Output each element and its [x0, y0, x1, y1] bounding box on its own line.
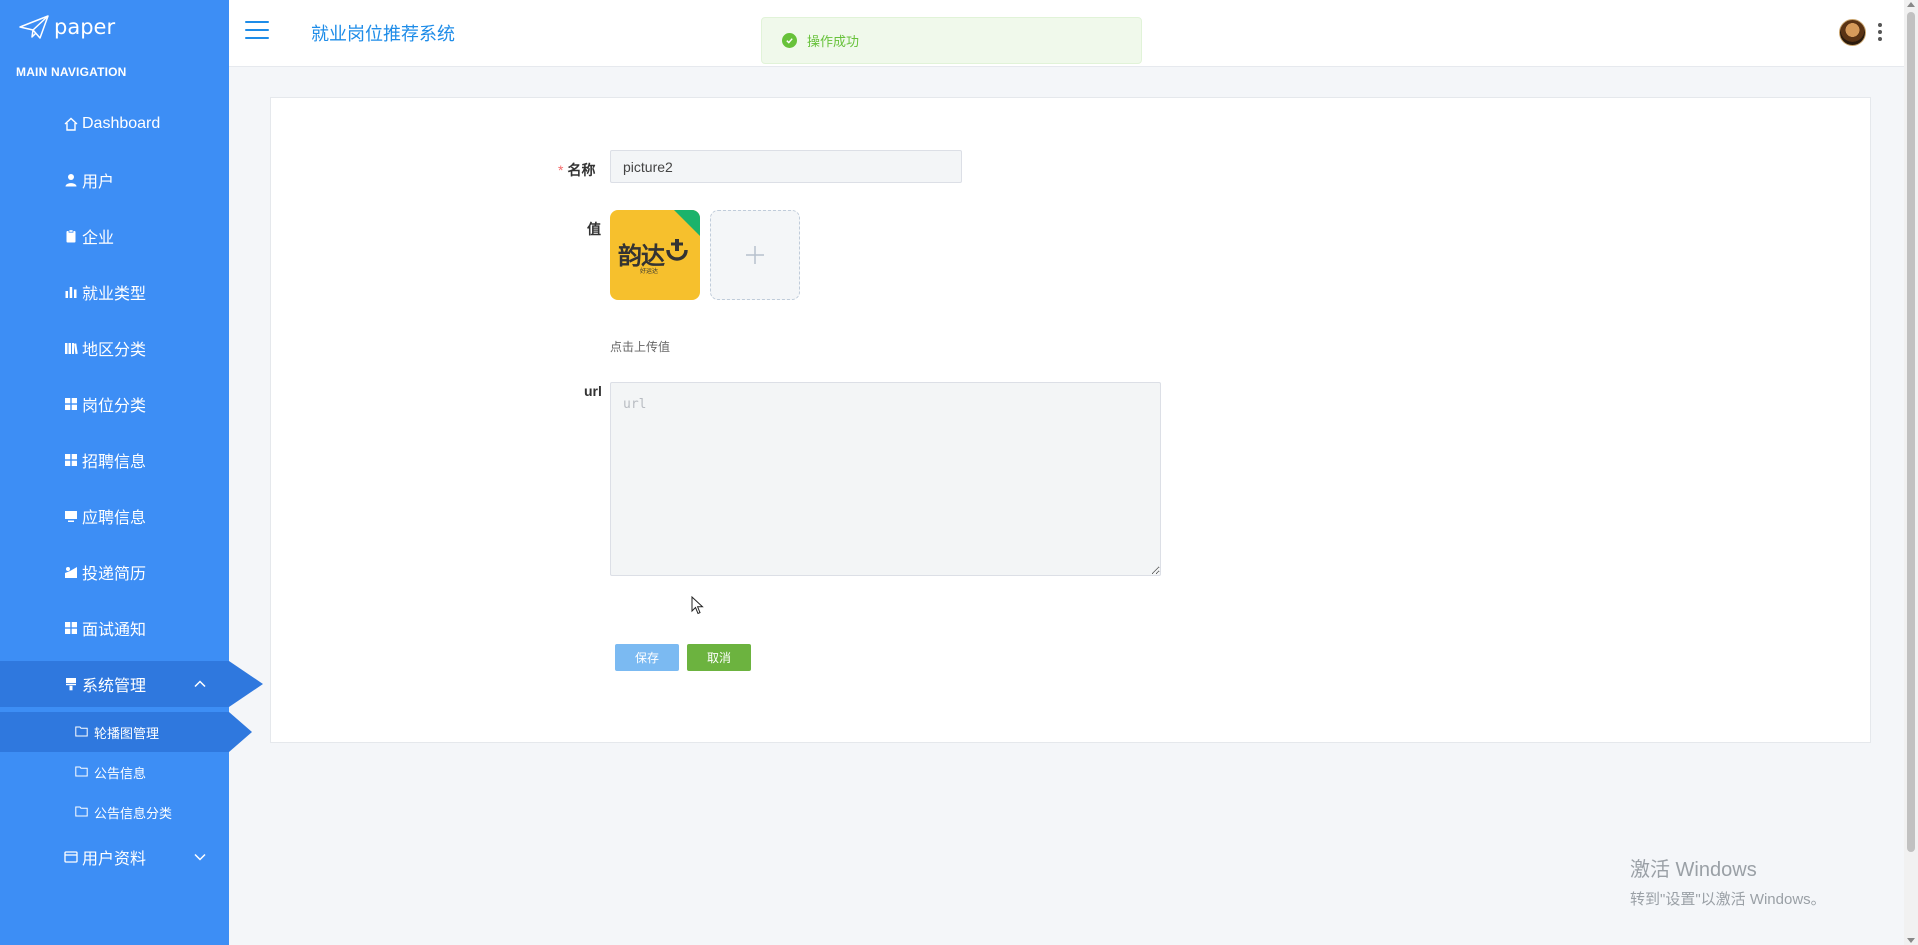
upload-hint: 点击上传值: [610, 340, 671, 354]
top-header: 就业岗位推荐系统 操作成功: [229, 0, 1904, 67]
id-card-icon: [63, 849, 79, 865]
sidebar-item-label: 用户: [82, 174, 115, 191]
sidebar-item-resume[interactable]: 投递简历: [0, 544, 229, 600]
clipboard-icon: [63, 228, 79, 244]
name-label-text: 名称: [567, 162, 596, 178]
system-title: 就业岗位推荐系统: [311, 24, 455, 44]
sidebar-item-recruitment[interactable]: 招聘信息: [0, 432, 229, 488]
nav-heading: MAIN NAVIGATION: [16, 65, 127, 79]
grid-icon: [63, 396, 79, 412]
form-panel: *名称 值 韵达 好运达 点击上传值 url 保存 取消: [270, 97, 1871, 743]
sidebar-subitem-label: 公告信息: [94, 765, 147, 781]
sidebar-item-user[interactable]: 用户: [0, 152, 229, 208]
grid-icon: [63, 452, 79, 468]
sidebar-item-label: 地区分类: [82, 342, 147, 359]
sidebar-item-label: 企业: [82, 230, 115, 247]
sidebar-item-user-profile[interactable]: 用户资料: [0, 832, 229, 882]
folder-icon: [75, 805, 89, 819]
sidebar-item-label: 系统管理: [82, 678, 147, 695]
monitor-icon: [63, 508, 79, 524]
logo-text: paper: [54, 15, 116, 39]
logo[interactable]: paper: [18, 12, 115, 42]
folder-icon: [75, 725, 89, 739]
thumbnail-small-text: 好运达: [640, 269, 659, 275]
sidebar-subitem-label: 轮播图管理: [94, 725, 160, 741]
bar-chart-icon: [63, 284, 79, 300]
sidebar-subitem-label: 公告信息分类: [94, 805, 173, 821]
watermark-subtitle: 转到"设置"以激活 Windows。: [1630, 891, 1826, 908]
toast-message: 操作成功: [807, 34, 860, 49]
cancel-button[interactable]: 取消: [687, 644, 751, 671]
sidebar-item-company[interactable]: 企业: [0, 208, 229, 264]
scroll-down-icon[interactable]: [1907, 938, 1915, 943]
sidebar: paper MAIN NAVIGATION Dashboard 用户 企业 就业…: [0, 0, 263, 945]
value-label: 值: [587, 221, 601, 237]
sidebar-item-job-category[interactable]: 岗位分类: [0, 376, 229, 432]
send-icon: [63, 564, 79, 580]
library-icon: [63, 340, 79, 356]
avatar[interactable]: [1839, 19, 1866, 46]
sidebar-item-label: 投递简历: [82, 566, 147, 583]
paper-plane-icon: [19, 15, 49, 39]
smile-logo-icon: [666, 239, 688, 261]
sidebar-item-employment-type[interactable]: 就业类型: [0, 264, 229, 320]
windows-activation-watermark: 激活 Windows 转到"设置"以激活 Windows。: [1630, 853, 1826, 909]
grid-icon: [63, 620, 79, 636]
success-toast: 操作成功: [761, 17, 1142, 64]
more-vertical-icon[interactable]: [1878, 23, 1882, 41]
upload-button[interactable]: [710, 210, 800, 300]
mouse-cursor-icon: [691, 596, 704, 615]
sidebar-item-application[interactable]: 应聘信息: [0, 488, 229, 544]
chevron-down-icon: [194, 853, 206, 861]
sidebar-item-label: 面试通知: [82, 622, 147, 639]
plus-icon: [746, 246, 764, 264]
url-label: url: [584, 383, 602, 399]
sidebar-item-label: Dashboard: [82, 115, 161, 132]
menu-toggle-icon[interactable]: [245, 21, 269, 41]
page-scrollbar[interactable]: [1904, 0, 1918, 945]
check-circle-icon: [782, 33, 797, 48]
user-icon: [63, 172, 79, 188]
sidebar-item-label: 用户资料: [82, 851, 147, 868]
home-icon: [63, 116, 79, 132]
sidebar-item-label: 招聘信息: [82, 454, 147, 471]
thumbnail-corner: [674, 210, 700, 236]
sidebar-item-region[interactable]: 地区分类: [0, 320, 229, 376]
required-mark: *: [558, 162, 564, 178]
main-nav: Dashboard 用户 企业 就业类型 地区分类 岗位分类 招聘信息 应聘信息…: [0, 96, 263, 882]
name-input[interactable]: [610, 150, 962, 183]
brush-icon: [63, 676, 79, 692]
sidebar-item-system[interactable]: 系统管理: [0, 661, 263, 707]
sidebar-subitem-notice[interactable]: 公告信息: [0, 752, 229, 792]
name-label: * 名称: [558, 160, 595, 180]
watermark-title: 激活 Windows: [1630, 859, 1757, 881]
system-submenu: 轮播图管理 公告信息 公告信息分类: [0, 712, 252, 832]
sidebar-item-label: 岗位分类: [82, 398, 147, 415]
uploaded-image-thumbnail[interactable]: 韵达 好运达: [610, 210, 700, 300]
sidebar-item-dashboard[interactable]: Dashboard: [0, 96, 229, 152]
folder-icon: [75, 765, 89, 779]
sidebar-item-label: 应聘信息: [82, 510, 147, 527]
sidebar-subitem-carousel[interactable]: 轮播图管理: [0, 712, 252, 752]
save-button[interactable]: 保存: [615, 644, 679, 671]
chevron-up-icon: [194, 680, 206, 688]
sidebar-subitem-notice-category[interactable]: 公告信息分类: [0, 792, 229, 832]
sidebar-item-label: 就业类型: [82, 286, 147, 303]
scroll-up-icon[interactable]: [1907, 2, 1915, 7]
sidebar-item-interview[interactable]: 面试通知: [0, 600, 229, 656]
scrollbar-thumb[interactable]: [1907, 12, 1915, 852]
url-textarea[interactable]: [610, 382, 1161, 576]
